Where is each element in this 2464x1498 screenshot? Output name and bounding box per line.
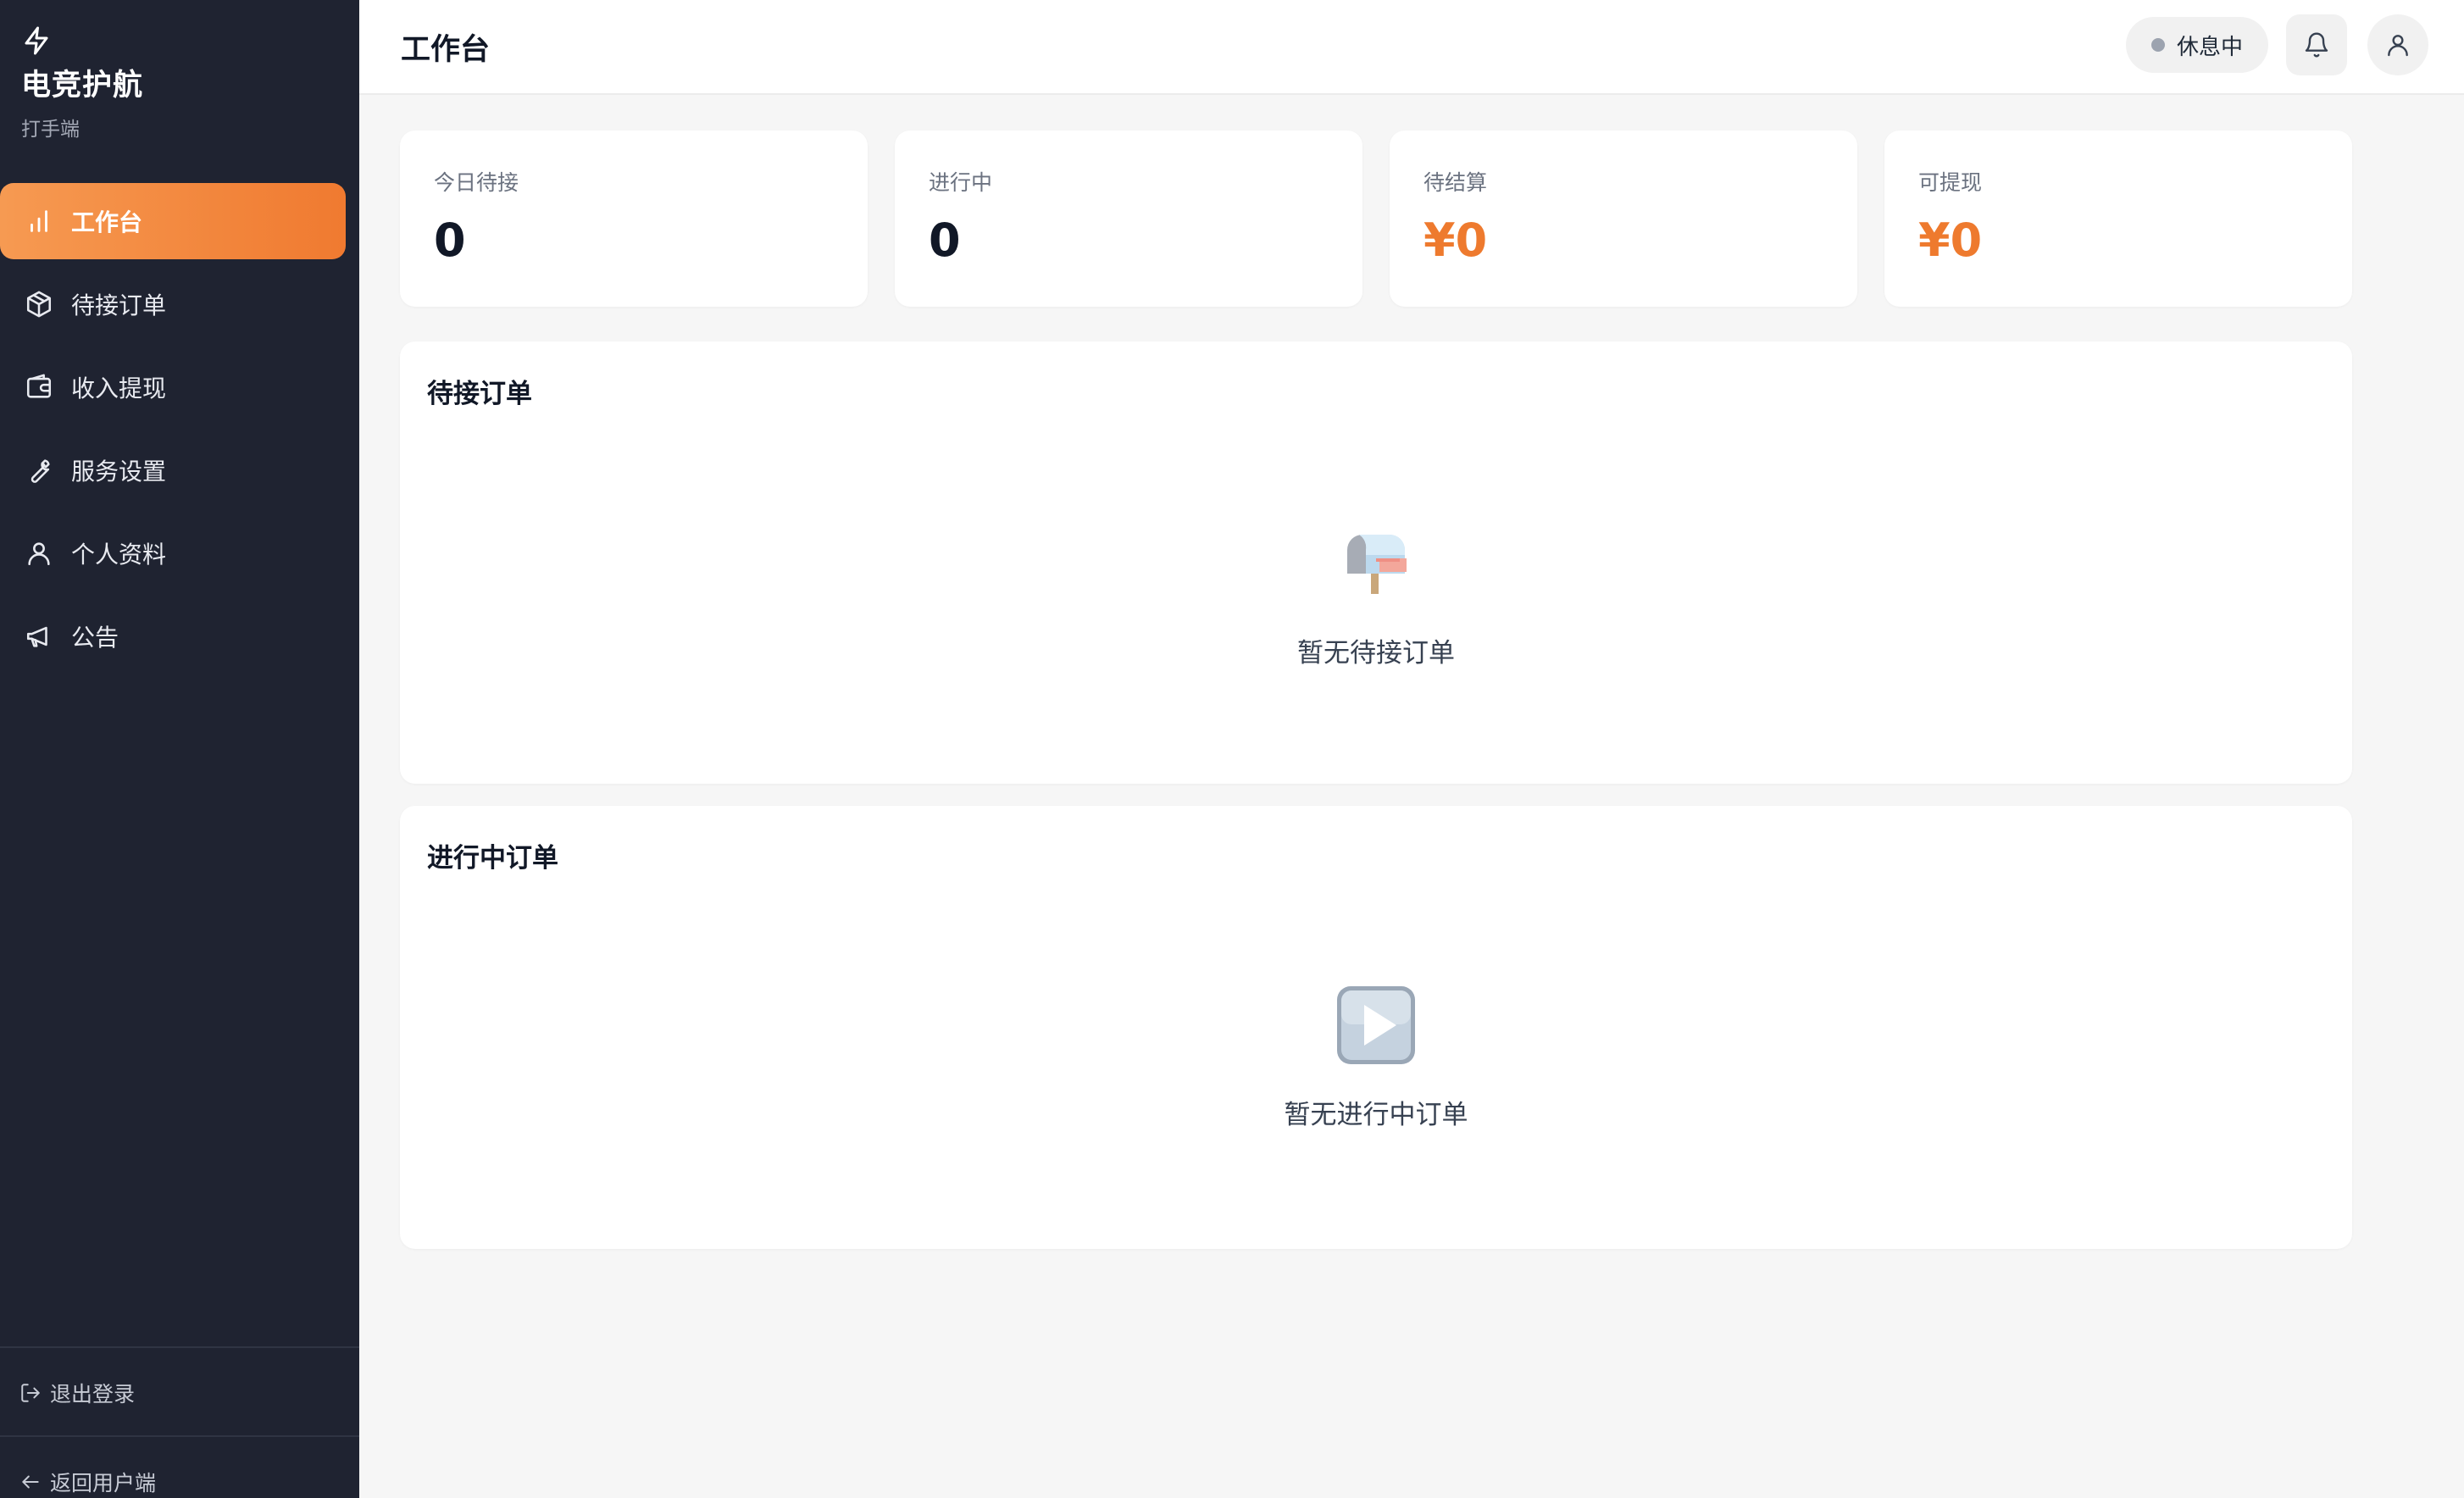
logout-label: 退出登录 (50, 1382, 136, 1406)
wrench-icon (31, 459, 50, 483)
panel-title: 待接订单 (427, 379, 532, 409)
play-button-icon (1337, 986, 1415, 1064)
arrow-left-icon (22, 1475, 39, 1489)
empty-state: 暂无待接订单 (400, 521, 2352, 669)
sidebar-item-profile[interactable]: 个人资料 (0, 515, 346, 591)
empty-text: 暂无待接订单 (1297, 638, 1455, 669)
status-toggle[interactable]: 休息中 (2126, 17, 2268, 73)
sidebar-item-label: 个人资料 (71, 541, 167, 569)
sidebar-item-dashboard[interactable]: 工作台 (0, 183, 346, 259)
sidebar-nav: 工作台 待接订单 收入提现 服务设置 个人资料 公告 (0, 183, 359, 681)
stat-value: 0 (434, 214, 466, 267)
stat-value: 0 (929, 214, 961, 267)
user-icon (2388, 35, 2408, 57)
sidebar-item-label: 公告 (71, 624, 119, 652)
stat-card-pending-settlement: 待结算 ¥0 (1390, 130, 1857, 307)
app-root: 电竞护航 打手端 工作台 待接订单 收入提现 服务设置 个人资料 公告 退出登录… (0, 0, 2464, 1498)
notifications-button[interactable] (2286, 14, 2347, 75)
stat-card-today-pending: 今日待接 0 (400, 130, 868, 307)
bell-icon (2305, 32, 2328, 58)
wallet-icon (26, 374, 52, 398)
stat-value: ¥0 (1423, 214, 1488, 267)
pending-orders-panel: 待接订单 暂无待接订单 (400, 341, 2352, 784)
stat-card-withdrawable: 可提现 ¥0 (1884, 130, 2352, 307)
sidebar-divider (0, 1346, 359, 1348)
bar-chart-icon (31, 210, 47, 232)
mailbox-icon (1347, 535, 1407, 594)
status-dot (2151, 38, 2165, 52)
logout-button[interactable]: 退出登录 (19, 1378, 135, 1408)
brand: 电竞护航 打手端 (21, 25, 143, 141)
sidebar-item-pending-orders[interactable]: 待接订单 (0, 266, 346, 342)
brand-title: 电竞护航 (21, 69, 144, 103)
sidebar-item-announcements[interactable]: 公告 (0, 598, 346, 674)
back-to-user-label: 返回用户端 (50, 1471, 157, 1495)
stat-label: 待结算 (1423, 170, 1488, 195)
sidebar-item-income[interactable]: 收入提现 (0, 349, 346, 425)
stat-card-in-progress: 进行中 0 (895, 130, 1362, 307)
empty-text: 暂无进行中订单 (1284, 1100, 1468, 1130)
stat-label: 今日待接 (434, 170, 519, 195)
back-to-user-button[interactable]: 返回用户端 (19, 1467, 156, 1497)
sidebar-item-label: 收入提现 (71, 374, 167, 402)
brand-subtitle: 打手端 (21, 119, 80, 141)
sidebar-divider (0, 1435, 359, 1437)
empty-state: 暂无进行中订单 (400, 983, 2352, 1131)
megaphone-icon (26, 626, 47, 647)
top-header: 工作台 休息中 (359, 0, 2464, 95)
page-title: 工作台 (401, 33, 491, 67)
user-icon (28, 542, 50, 566)
in-progress-orders-panel: 进行中订单 暂无进行中订单 (400, 806, 2352, 1249)
panel-title: 进行中订单 (427, 843, 558, 874)
stat-label: 可提现 (1918, 170, 1983, 195)
sidebar: 电竞护航 打手端 工作台 待接订单 收入提现 服务设置 个人资料 公告 退出登录… (0, 0, 359, 1498)
stat-label: 进行中 (929, 170, 993, 195)
package-icon (26, 291, 52, 318)
stat-value: ¥0 (1918, 214, 1983, 267)
account-button[interactable] (2367, 14, 2428, 75)
sidebar-item-label: 服务设置 (71, 458, 167, 485)
status-label: 休息中 (2177, 34, 2244, 60)
logout-icon (21, 1384, 40, 1402)
sidebar-item-label: 待接订单 (71, 291, 167, 319)
sidebar-item-service-settings[interactable]: 服务设置 (0, 432, 346, 508)
sidebar-item-label: 工作台 (71, 208, 143, 236)
lightning-icon (25, 26, 48, 55)
